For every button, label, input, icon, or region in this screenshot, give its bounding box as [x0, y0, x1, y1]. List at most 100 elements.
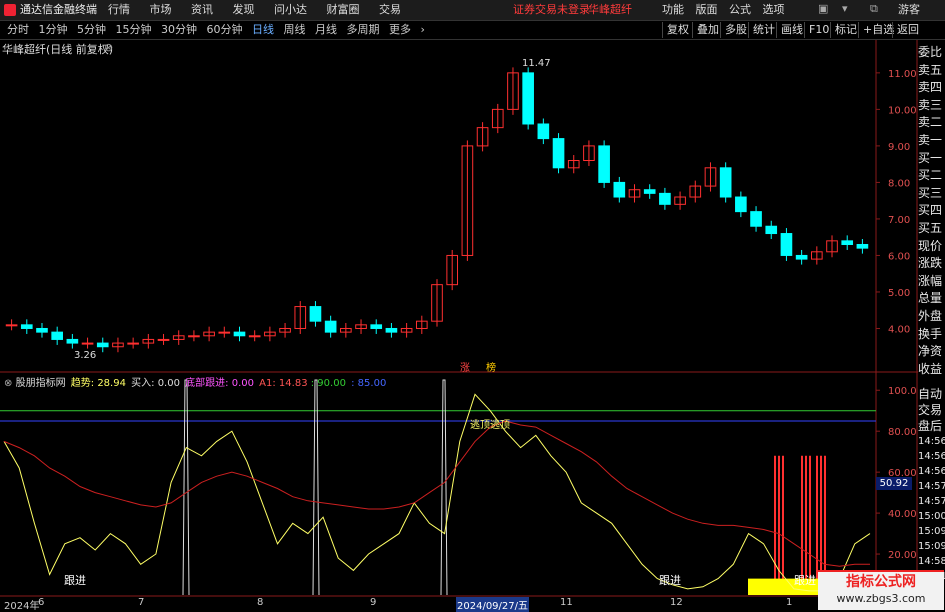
candle-body	[218, 331, 231, 334]
side-label: 总量	[918, 291, 943, 306]
title-bar: 通达信金融终端 行情 市场 资讯 发现 问小达 财富圈 交易 证券交易未登录 华…	[0, 0, 945, 21]
side-time-label: 14:56	[918, 451, 945, 462]
overlay-button[interactable]: 叠加	[692, 22, 723, 38]
signal-bar	[778, 455, 780, 595]
menu-wealth[interactable]: 财富圈	[319, 0, 368, 20]
period-daily[interactable]: 日线	[249, 21, 277, 39]
price-tick-label: 5.00	[888, 288, 910, 299]
high-price-label: 11.47	[522, 58, 551, 69]
stats-button[interactable]: 统计	[748, 22, 779, 38]
f10-button[interactable]: F10	[804, 22, 833, 38]
date-label: 2024年	[4, 601, 40, 612]
candle-body	[157, 338, 170, 341]
more-icon[interactable]: ▾	[842, 2, 848, 15]
user-label[interactable]: 游客	[890, 0, 928, 20]
line-90-value: : 90.00	[310, 378, 346, 389]
back-button[interactable]: 返回	[892, 22, 923, 38]
line-85-value: : 85.00	[351, 378, 387, 389]
candle-body	[765, 225, 778, 235]
candle-body	[750, 211, 762, 227]
candle-body	[537, 123, 550, 140]
indicator-series	[0, 379, 876, 596]
period-more[interactable]: 更多	[386, 21, 414, 39]
limit-up-badge[interactable]: 涨	[460, 359, 470, 374]
restore-icon[interactable]: ⧉	[870, 2, 878, 16]
draw-line-button[interactable]: 画线	[776, 22, 807, 38]
menu-market[interactable]: 市场	[142, 0, 180, 20]
mark-button[interactable]: 标记	[830, 22, 861, 38]
indicator-settings-icon[interactable]: ⊗	[4, 378, 12, 389]
chart-title: 华峰超纤(日线 前复权)	[2, 43, 114, 56]
candle-body	[66, 338, 79, 344]
indicator-axis: 100.080.0060.0040.0020.00	[876, 386, 917, 561]
menu-layout[interactable]: 版面	[692, 0, 722, 20]
candle-body	[5, 324, 18, 327]
candle-body	[522, 72, 534, 125]
side-time-label[interactable]: 交易	[918, 402, 945, 418]
indicator-tick-label: 100.0	[888, 386, 917, 397]
settings-icon[interactable]: ⊗	[104, 41, 113, 54]
side-label: 买五	[918, 220, 943, 235]
signal-spike	[182, 379, 190, 596]
price-tick-label: 9.00	[888, 142, 910, 153]
period-1min[interactable]: 1分钟	[36, 21, 71, 39]
fullscreen-icon[interactable]: ▣	[818, 2, 828, 15]
menu-formula[interactable]: 公式	[725, 0, 755, 20]
candle-body	[856, 243, 869, 249]
adjust-button[interactable]: 复权	[662, 22, 693, 38]
side-label: 涨跌	[918, 256, 943, 271]
period-multi[interactable]: 多周期	[344, 21, 383, 39]
side-time-label: 15:09	[918, 541, 945, 552]
price-tick-label: 8.00	[888, 178, 910, 189]
date-label: 12	[670, 597, 683, 608]
menu-news[interactable]: 资讯	[183, 0, 221, 20]
period-15min[interactable]: 15分钟	[113, 21, 155, 39]
side-time-label: 15:09	[918, 526, 945, 537]
period-60min[interactable]: 60分钟	[204, 21, 246, 39]
menu-options[interactable]: 选项	[759, 0, 789, 20]
side-time-label[interactable]: 盘后	[918, 418, 945, 434]
multi-stock-button[interactable]: 多股	[720, 22, 751, 38]
date-label: 1	[786, 597, 793, 608]
menu-quotes[interactable]: 行情	[100, 0, 138, 20]
candle-body	[309, 306, 322, 322]
date-label: 11	[560, 597, 573, 608]
trade-side-panel: 自动 交易 盘后 14:56 14:56 14:56 14:57 14:57 15:00 15:0…	[918, 386, 945, 584]
menu-discover[interactable]: 发现	[225, 0, 263, 20]
current-value-tag: 50.92	[876, 477, 912, 490]
period-30min[interactable]: 30分钟	[158, 21, 200, 39]
candlestick-series	[5, 67, 869, 353]
menu-trade[interactable]: 交易	[371, 0, 409, 20]
period-5min[interactable]: 5分钟	[74, 21, 109, 39]
menu-ask[interactable]: 问小达	[266, 0, 315, 20]
side-label: 买二	[918, 168, 943, 183]
side-label: 外盘	[918, 308, 943, 323]
signal-spike	[312, 379, 320, 596]
quote-side-panel: 委比 卖五 卖四 卖三 卖二 卖一 买一 买二 买三 买四 买五 现价 涨跌 涨幅 总量 外盘 换手 净资 收益	[918, 44, 945, 378]
side-label: 买四	[918, 203, 943, 218]
period-weekly[interactable]: 周线	[281, 21, 309, 39]
period-toolbar: 分时 1分钟 5分钟 15分钟 30分钟 60分钟 日线 周线 月线 多周期 更…	[0, 21, 945, 40]
date-label: 8	[257, 597, 264, 608]
follow-annotation: 跟进	[64, 574, 86, 587]
candle-body	[127, 342, 139, 345]
candle-body	[795, 254, 808, 260]
chevron-right-icon[interactable]: ›	[418, 21, 428, 39]
price-tick-label: 6.00	[888, 251, 910, 262]
side-label: 卖二	[918, 115, 943, 130]
candle-body	[96, 342, 109, 348]
candle-body	[613, 181, 626, 198]
side-label: 涨幅	[918, 273, 943, 288]
period-tick[interactable]: 分时	[4, 21, 32, 39]
candle-body	[841, 240, 854, 245]
indicator-name[interactable]: 股朋指标网	[16, 378, 66, 389]
period-monthly[interactable]: 月线	[312, 21, 340, 39]
menu-function[interactable]: 功能	[658, 0, 688, 20]
candle-body	[370, 324, 383, 329]
chart-canvas[interactable]: 11.00 10.00 9.00 8.00 7.00 6.00 5.00 4.00 100.0…	[0, 40, 945, 609]
ranking-badge[interactable]: 榜	[486, 359, 496, 374]
side-time-label[interactable]: 自动	[918, 386, 945, 402]
main-menu: 行情 市场 资讯 发现 问小达 财富圈 交易	[100, 0, 409, 20]
candle-body	[20, 324, 33, 329]
side-label: 卖五	[918, 62, 943, 77]
